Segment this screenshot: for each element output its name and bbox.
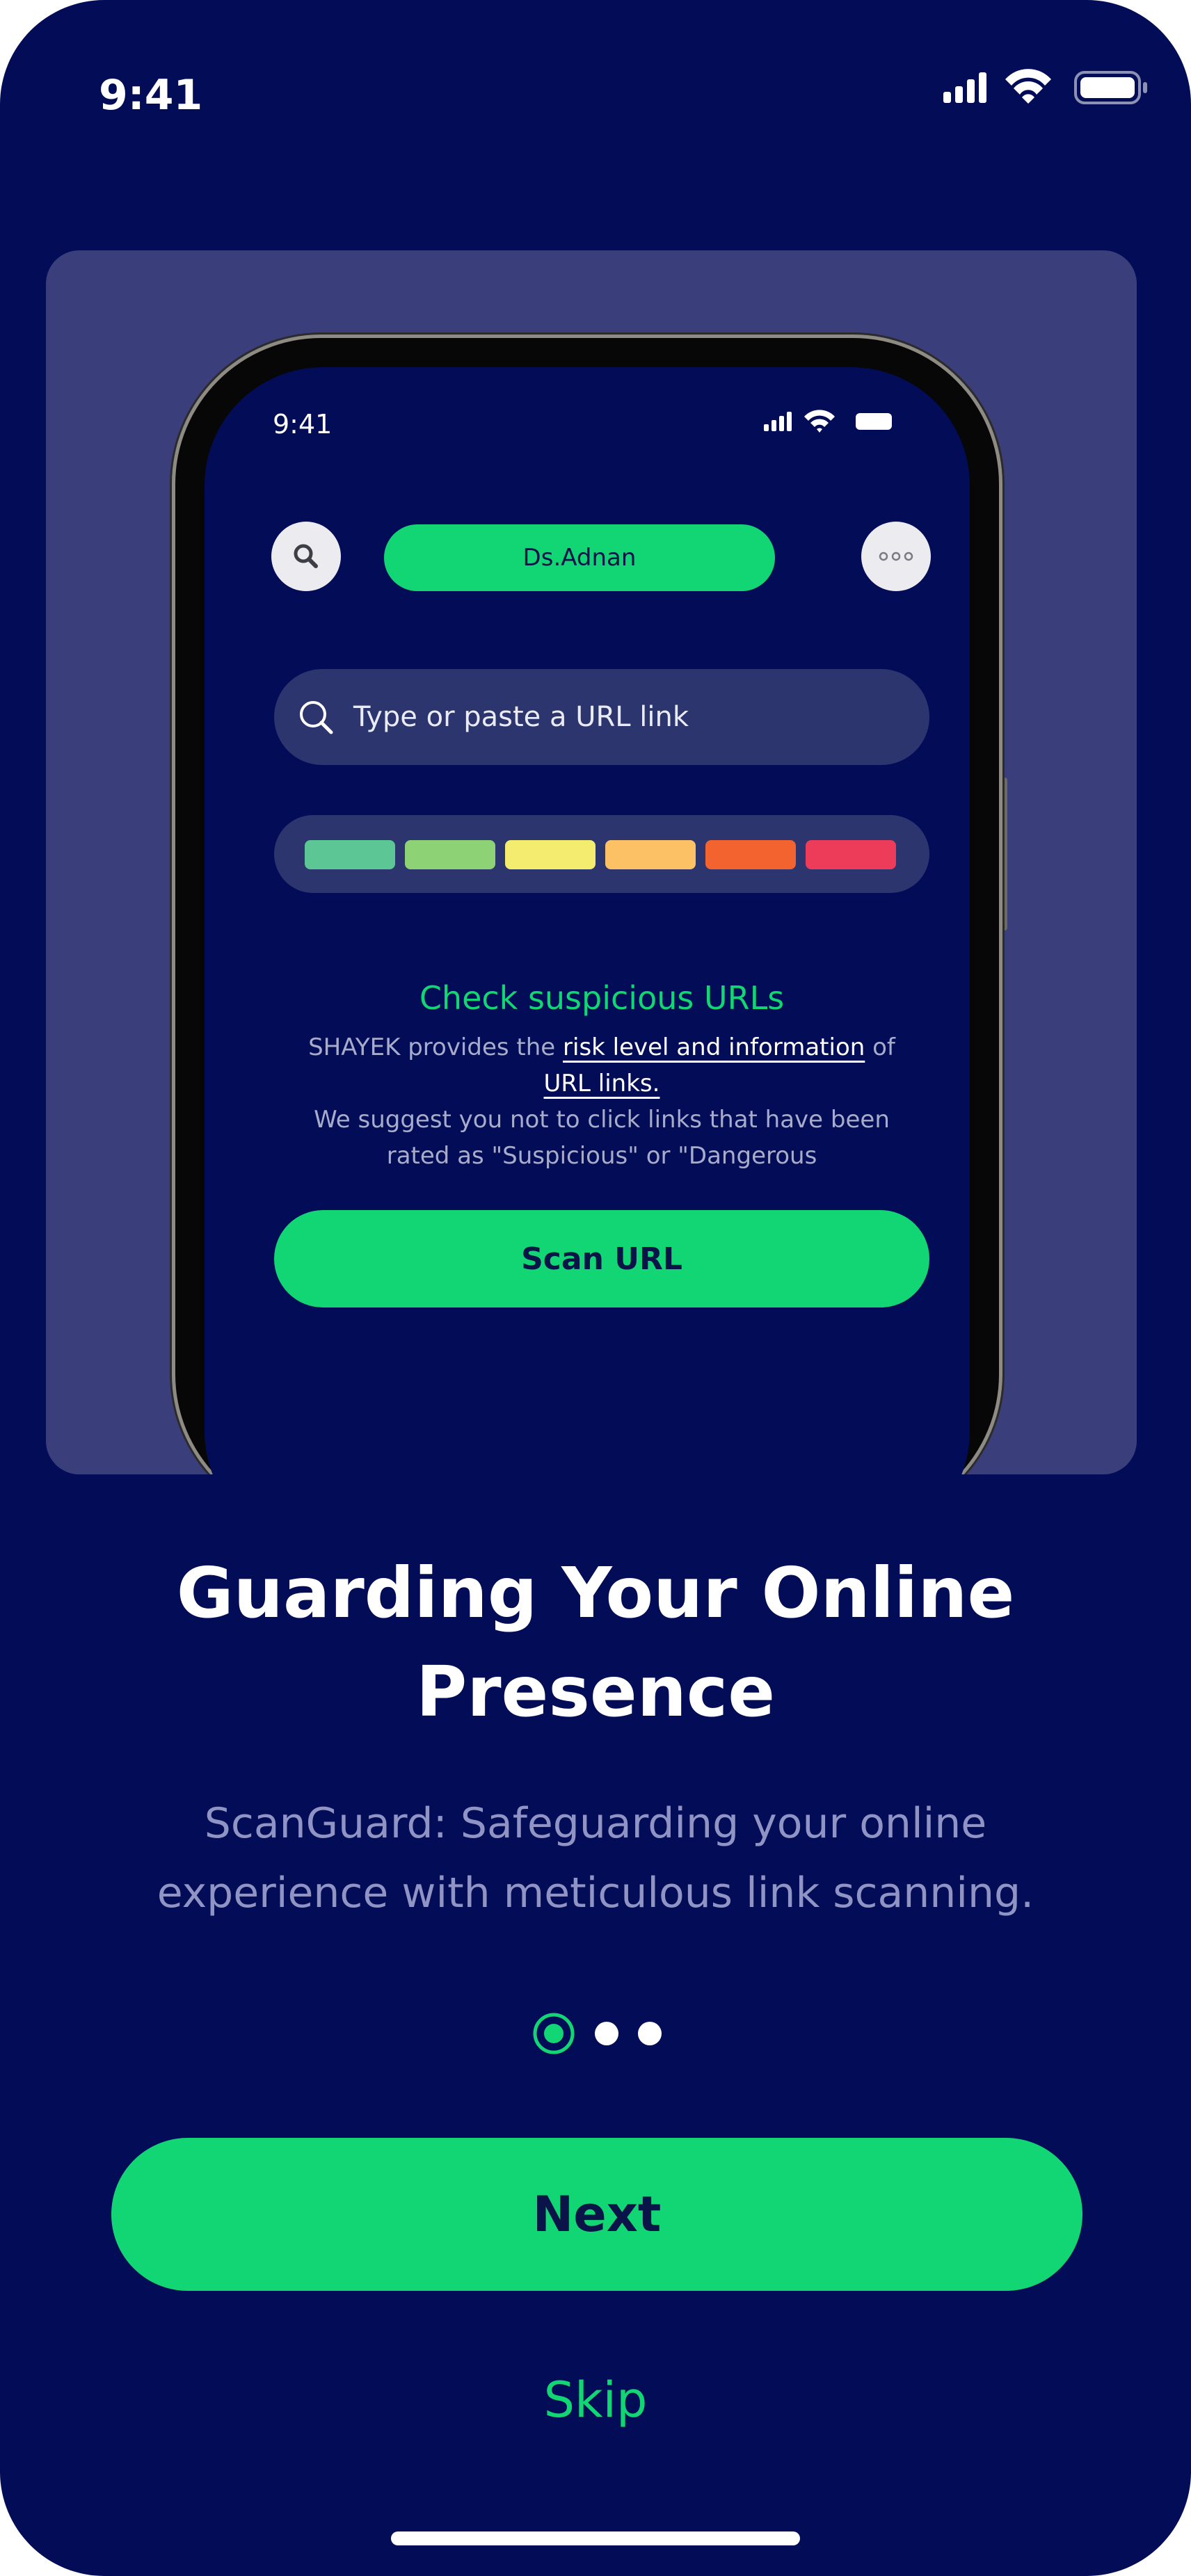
search-icon <box>294 544 318 568</box>
phone-mockup: 9:41 Ds.Adnan Type or paste a URL link C… <box>175 338 999 1474</box>
page-indicator <box>533 2013 662 2054</box>
more-icon <box>879 552 913 561</box>
mockup-url-placeholder: Type or paste a URL link <box>353 701 689 733</box>
phone-side-button <box>170 606 175 669</box>
phone-side-button <box>170 733 175 851</box>
status-time: 9:41 <box>99 71 203 120</box>
mockup-description: SHAYEK provides the risk level and infor… <box>308 1033 895 1170</box>
mockup-check-title: Check suspicious URLs <box>419 979 785 1017</box>
phone-side-button <box>1002 778 1007 931</box>
risk-segment <box>305 840 395 869</box>
mockup-scan-button: Scan URL <box>274 1210 929 1307</box>
onboarding-title: Guarding Your Online Presence <box>176 1552 1015 1732</box>
risk-segment <box>505 840 596 869</box>
wifi-icon <box>1005 69 1051 104</box>
search-icon <box>295 696 337 738</box>
risk-segment <box>605 840 696 869</box>
signal-icon <box>943 72 986 103</box>
onboarding-subtitle: ScanGuard: Safeguarding your online expe… <box>157 1799 1034 1917</box>
mockup-url-input: Type or paste a URL link <box>274 669 929 765</box>
risk-segment <box>705 840 796 869</box>
home-indicator <box>391 2531 800 2545</box>
phone-side-button <box>170 892 175 1010</box>
hero-illustration: 9:41 Ds.Adnan Type or paste a URL link C… <box>46 250 1137 1474</box>
page-dot-active <box>533 2013 575 2054</box>
mockup-status-icons <box>764 410 892 433</box>
mockup-status-time: 9:41 <box>273 409 333 440</box>
page-dot <box>595 2022 618 2045</box>
phone-mockup-screen: 9:41 Ds.Adnan Type or paste a URL link C… <box>205 367 970 1474</box>
mockup-search-button <box>271 522 341 591</box>
onboarding-screen: 9:41 9:41 Ds.Adnan Type or paste a URL l… <box>0 0 1191 2576</box>
skip-link[interactable]: Skip <box>0 2372 1191 2429</box>
mockup-more-button <box>861 522 931 591</box>
status-icons <box>943 69 1147 104</box>
next-button[interactable]: Next <box>111 2138 1082 2291</box>
mockup-username-pill: Ds.Adnan <box>384 524 775 591</box>
risk-segment <box>405 840 495 869</box>
risk-segment <box>806 840 896 869</box>
page-dot <box>638 2022 662 2045</box>
mockup-risk-scale <box>274 815 929 893</box>
battery-icon <box>1074 71 1147 104</box>
